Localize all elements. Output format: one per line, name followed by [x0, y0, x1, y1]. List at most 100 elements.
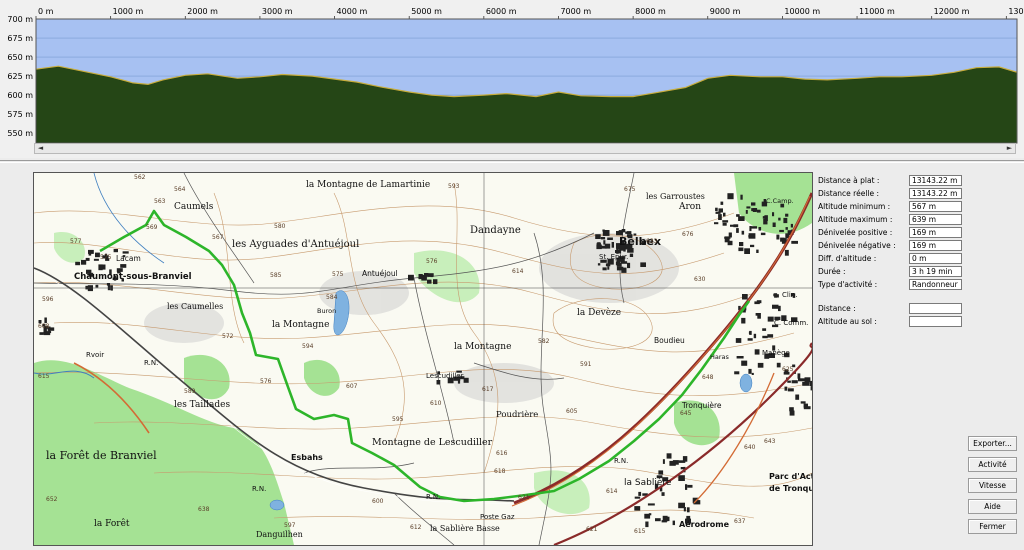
building: [751, 208, 758, 212]
spot-height-label: 584: [326, 294, 338, 301]
building: [595, 234, 601, 239]
info-value: 13143.22 m: [909, 188, 962, 199]
map-label: les Garroustes: [646, 192, 705, 201]
elevation-chart[interactable]: 0 m 1000 m 2000 m 3000 m 4000 m 5000 m 6000 m 7…: [0, 0, 1024, 158]
building: [621, 267, 627, 273]
building: [785, 227, 788, 230]
y-tick-label: 600 m: [7, 91, 33, 100]
building: [727, 240, 733, 246]
building: [750, 244, 755, 248]
ground-altitude-field: [909, 316, 962, 327]
building: [687, 484, 693, 488]
y-tick-label: 700 m: [7, 15, 33, 24]
building: [602, 267, 607, 271]
info-value: 639 m: [909, 214, 962, 225]
info-row-altitude-diff: Diff. d'altitude : 0 m: [818, 253, 1018, 265]
building: [107, 285, 111, 291]
help-button[interactable]: Aide: [968, 499, 1017, 514]
map-label: la Forêt: [94, 518, 130, 529]
building: [738, 247, 744, 252]
horizontal-scrollbar[interactable]: ◄ ►: [34, 143, 1016, 154]
map-label: les Ayguades d'Antuéjoul: [232, 239, 359, 250]
spot-height-label: 616: [496, 450, 508, 457]
building: [93, 258, 99, 261]
building: [745, 210, 748, 214]
building: [714, 222, 719, 225]
map-label: Montagne de Lescudiller: [372, 437, 493, 448]
activity-button[interactable]: Activité: [968, 457, 1017, 472]
building: [772, 212, 775, 217]
building: [625, 231, 630, 234]
info-row-positive-gain: Dénivelée positive : 169 m: [818, 227, 1018, 239]
map-label: Lescudiller: [426, 372, 464, 380]
building: [797, 373, 801, 379]
building: [666, 453, 672, 459]
info-label: Distance réelle :: [818, 189, 880, 198]
building: [802, 381, 810, 386]
building: [98, 264, 103, 271]
building: [736, 228, 739, 233]
scroll-left-icon[interactable]: ◄: [35, 144, 46, 153]
splitter[interactable]: [0, 160, 1024, 163]
building: [113, 249, 118, 253]
topographic-map[interactable]: Caumels la Montagne de Lamartinie les Ay…: [33, 172, 813, 546]
x-tick-label: 6000 m: [486, 7, 517, 16]
building: [772, 304, 779, 309]
scroll-right-icon[interactable]: ►: [1004, 144, 1015, 153]
building: [787, 380, 791, 383]
building: [734, 371, 740, 375]
map-label: la Montagne: [272, 320, 329, 330]
building: [747, 338, 753, 341]
map-canvas[interactable]: Caumels la Montagne de Lamartinie les Ay…: [34, 173, 812, 545]
building: [748, 331, 752, 335]
spot-height-label: 637: [734, 518, 746, 525]
building: [720, 201, 724, 205]
building: [795, 394, 800, 400]
x-tick-label: 4000 m: [337, 7, 368, 16]
building: [722, 220, 729, 223]
speed-button[interactable]: Vitesse: [968, 478, 1017, 493]
close-button[interactable]: Fermer: [968, 519, 1017, 534]
building: [640, 262, 646, 267]
building: [39, 332, 44, 335]
building: [741, 360, 748, 366]
building: [685, 484, 688, 490]
map-label: R.N.: [614, 457, 628, 465]
map-label: la Sablière: [624, 477, 672, 488]
building: [647, 503, 655, 506]
building: [783, 217, 788, 224]
building: [751, 372, 754, 375]
building: [418, 274, 423, 280]
building: [762, 328, 767, 331]
spot-height-label: 589: [184, 388, 196, 395]
map-label: R.N.: [252, 485, 266, 493]
map-label: R.N.: [144, 359, 158, 367]
building: [798, 378, 805, 382]
building: [754, 349, 760, 355]
map-label: de Tronquiè: [769, 483, 812, 493]
spot-height-label: 593: [448, 183, 460, 190]
building: [740, 194, 743, 200]
building: [787, 388, 794, 392]
x-tick-label: 7000 m: [560, 7, 591, 16]
map-label: C.Camp.: [766, 197, 794, 205]
map-label: les Caumelles: [167, 302, 223, 311]
map-label: Clin.: [782, 291, 797, 299]
elevation-profile[interactable]: 0 m 1000 m 2000 m 3000 m 4000 m 5000 m 6000 m 7…: [0, 0, 1024, 158]
building: [772, 222, 776, 227]
building: [629, 253, 634, 257]
building: [749, 226, 752, 232]
spot-height-label: 614: [606, 488, 618, 495]
building: [607, 266, 610, 270]
info-row-activity-type: Type d'activité : Randonneur: [818, 279, 1018, 291]
map-label: Tronquière: [681, 401, 722, 410]
building: [661, 520, 667, 523]
info-row-ground-altitude: Altitude au sol :: [818, 316, 1018, 328]
map-label: Buron: [317, 307, 336, 315]
building: [715, 207, 718, 211]
x-tick-label: 2000 m: [187, 7, 218, 16]
map-label: St. Epur.: [599, 253, 628, 261]
building: [408, 274, 414, 281]
map-label: Manège: [762, 349, 790, 357]
export-button[interactable]: Exporter...: [968, 436, 1017, 451]
